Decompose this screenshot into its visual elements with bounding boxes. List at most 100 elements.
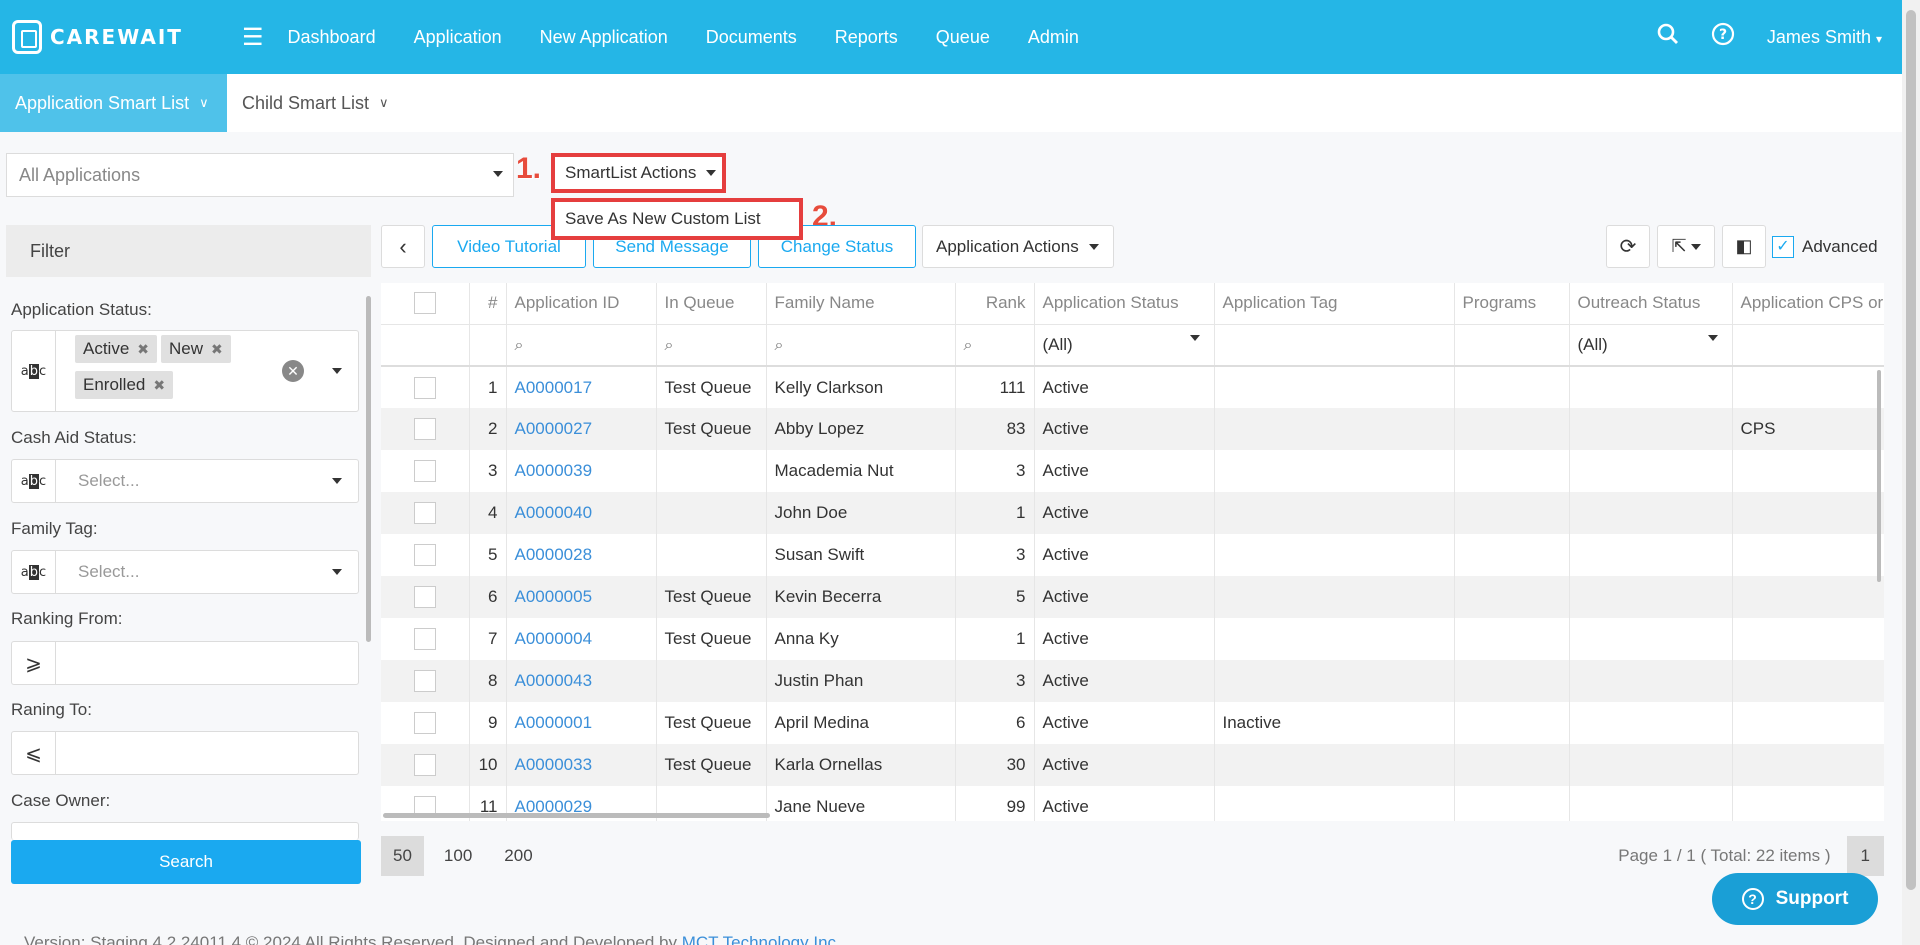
family-tag-select[interactable]: abc Select... (11, 550, 359, 594)
col-header-application-tag[interactable]: Application Tag (1214, 283, 1455, 325)
row-checkbox[interactable] (413, 628, 436, 650)
table-row[interactable]: 1 A0000017 Test Queue Kelly Clarkson 111 Acti… (381, 366, 1884, 408)
remove-tag-icon[interactable]: ✖ (211, 341, 223, 357)
table-row[interactable]: 2 A0000027 Test Queue Abby Lopez 83 Active CPS (381, 408, 1884, 450)
row-checkbox[interactable] (413, 502, 436, 524)
row-checkbox[interactable] (413, 376, 436, 399)
remove-tag-icon[interactable]: ✖ (153, 377, 165, 393)
application-id-link[interactable]: A0000004 (515, 629, 593, 648)
nav-admin[interactable]: Admin (1028, 27, 1079, 48)
application-id-link[interactable]: A0000033 (515, 755, 593, 774)
row-checkbox[interactable] (413, 712, 436, 734)
nav-dashboard[interactable]: Dashboard (288, 27, 376, 48)
case-owner-select[interactable] (11, 822, 359, 840)
menu-icon[interactable]: ☰ (242, 23, 264, 52)
row-checkbox[interactable] (413, 586, 436, 608)
remove-tag-icon[interactable]: ✖ (137, 341, 149, 357)
nav-documents[interactable]: Documents (706, 27, 797, 48)
nav-application[interactable]: Application (414, 27, 502, 48)
table-row[interactable]: 8 A0000043 Justin Phan 3 Active (381, 660, 1884, 702)
page-size-50[interactable]: 50 (381, 836, 424, 876)
filter-outreach-status[interactable]: (All) (1569, 324, 1733, 367)
caret-down-icon (1690, 243, 1701, 250)
grid-vertical-scrollbar[interactable] (1877, 370, 1881, 582)
footer-link[interactable]: MCT Technology Inc (682, 933, 836, 945)
col-header-application-status[interactable]: Application Status (1034, 283, 1215, 325)
advanced-toggle[interactable]: ✓ Advanced (1772, 225, 1884, 268)
export-button[interactable]: ⇱ (1657, 225, 1715, 268)
row-checkbox[interactable] (413, 670, 436, 692)
filter-application-id[interactable]: ⌕ (506, 324, 657, 367)
application-id-link[interactable]: A0000028 (515, 545, 593, 564)
select-all-checkbox[interactable] (413, 292, 436, 315)
table-row[interactable]: 4 A0000040 John Doe 1 Active (381, 492, 1884, 534)
filter-programs[interactable] (1454, 324, 1570, 367)
filter-application-tag[interactable] (1214, 324, 1455, 367)
col-header-programs[interactable]: Programs (1454, 283, 1570, 325)
row-checkbox[interactable] (413, 460, 436, 482)
filter-scrollbar[interactable] (366, 296, 371, 642)
list-select[interactable]: All Applications (6, 153, 514, 197)
filter-application-cps[interactable] (1732, 324, 1884, 367)
row-checkbox[interactable] (413, 418, 436, 440)
filter-rank[interactable]: ⌕ (955, 324, 1035, 367)
table-row[interactable]: 3 A0000039 Macademia Nut 3 Active (381, 450, 1884, 492)
ranking-to-input[interactable]: ⩽ (11, 731, 359, 775)
col-header-application-cps[interactable]: Application CPS or (1732, 283, 1884, 325)
tab-application-smart-list[interactable]: Application Smart List ∨ (0, 74, 227, 132)
tab-child-smart-list[interactable]: Child Smart List ∨ (227, 74, 404, 132)
page-scrollbar-thumb[interactable] (1906, 10, 1916, 890)
cell-programs (1454, 492, 1570, 534)
page-size-100[interactable]: 100 (432, 836, 484, 876)
col-header-application-id[interactable]: Application ID (506, 283, 657, 325)
filter-in-queue[interactable]: ⌕ (656, 324, 767, 367)
caret-down-icon (332, 569, 342, 575)
col-header-family-name[interactable]: Family Name (766, 283, 956, 325)
application-id-link[interactable]: A0000039 (515, 461, 593, 480)
nav-reports[interactable]: Reports (835, 27, 898, 48)
refresh-button[interactable]: ⟳ (1606, 225, 1650, 268)
col-header-in-queue[interactable]: In Queue (656, 283, 767, 325)
row-checkbox[interactable] (413, 754, 436, 776)
nav-queue[interactable]: Queue (936, 27, 990, 48)
cell-outreach-status (1569, 576, 1733, 618)
topbar-actions: ? James Smith ▾ (1625, 22, 1882, 52)
table-row[interactable]: 9 A0000001 Test Queue April Medina 6 Active In… (381, 702, 1884, 744)
col-header-index[interactable]: # (469, 283, 507, 325)
col-header-rank[interactable]: Rank (955, 283, 1035, 325)
table-row[interactable]: 5 A0000028 Susan Swift 3 Active (381, 534, 1884, 576)
user-menu[interactable]: James Smith ▾ (1767, 27, 1882, 48)
table-row[interactable]: 6 A0000005 Test Queue Kevin Becerra 5 Active (381, 576, 1884, 618)
column-chooser-button[interactable]: ◧ (1722, 225, 1766, 268)
collapse-filter-button[interactable]: ‹ (381, 225, 425, 268)
application-id-link[interactable]: A0000027 (515, 419, 593, 438)
page-size-200[interactable]: 200 (492, 836, 544, 876)
col-header-outreach-status[interactable]: Outreach Status (1569, 283, 1733, 325)
save-as-new-custom-list-item[interactable]: Save As New Custom List (551, 198, 803, 240)
cash-aid-status-select[interactable]: abc Select... (11, 459, 359, 503)
grid-horizontal-scrollbar[interactable] (383, 813, 770, 818)
support-button[interactable]: ? Support (1712, 873, 1878, 925)
application-id-link[interactable]: A0000001 (515, 713, 593, 732)
application-id-link[interactable]: A0000040 (515, 503, 593, 522)
footer-text: Version: Staging 4.2.24011.4 © 2024 All … (24, 933, 682, 945)
advanced-checkbox[interactable]: ✓ (1772, 235, 1794, 258)
help-icon[interactable]: ? (1711, 22, 1735, 52)
brand-logo[interactable]: CAREWAIT (12, 20, 212, 54)
ranking-from-input[interactable]: ⩾ (11, 641, 359, 685)
application-id-link[interactable]: A0000017 (515, 378, 593, 397)
row-checkbox[interactable] (413, 544, 436, 566)
application-id-link[interactable]: A0000005 (515, 587, 593, 606)
table-row[interactable]: 10 A0000033 Test Queue Karla Ornellas 30 Acti… (381, 744, 1884, 786)
application-actions-button[interactable]: Application Actions (922, 225, 1114, 268)
search-icon[interactable] (1657, 23, 1679, 51)
nav-new-application[interactable]: New Application (540, 27, 668, 48)
filter-application-status[interactable]: (All) (1034, 324, 1215, 367)
table-row[interactable]: 7 A0000004 Test Queue Anna Ky 1 Active (381, 618, 1884, 660)
clear-selection-icon[interactable]: ✕ (282, 360, 304, 382)
filter-family-name[interactable]: ⌕ (766, 324, 956, 367)
smartlist-actions-button[interactable]: SmartList Actions (551, 153, 726, 193)
page-number-button[interactable]: 1 (1846, 836, 1884, 876)
application-id-link[interactable]: A0000043 (515, 671, 593, 690)
search-button[interactable]: Search (11, 840, 361, 884)
